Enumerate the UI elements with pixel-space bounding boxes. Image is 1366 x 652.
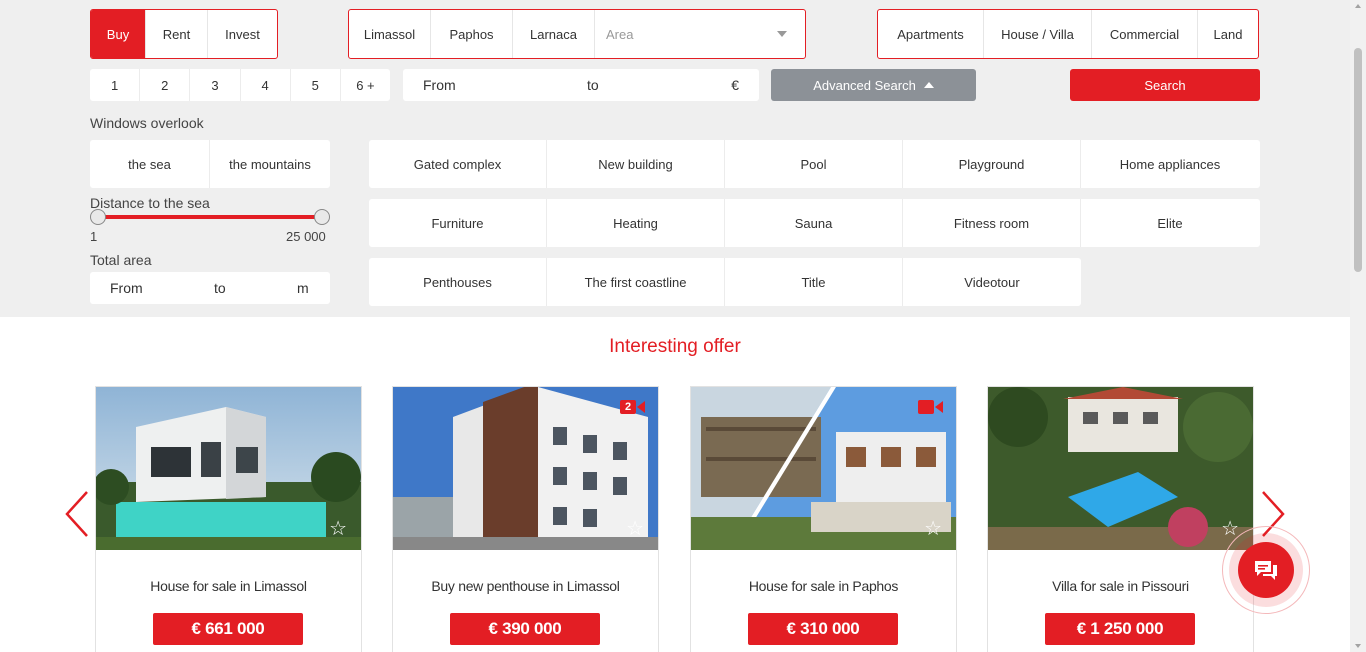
property-type-selector: Apartments House / Villa Commercial Land [877, 9, 1259, 59]
caret-up-icon [923, 82, 934, 88]
windows-overlook-label: Windows overlook [90, 115, 204, 131]
type-commercial-button[interactable]: Commercial [1092, 10, 1198, 58]
view-selector: the sea the mountains [90, 140, 330, 188]
carousel-prev-arrow-icon[interactable] [64, 490, 90, 538]
feature-penthouses[interactable]: Penthouses [369, 258, 547, 306]
city-selector: Limassol Paphos Larnaca Area [348, 9, 806, 59]
interesting-offer-heading: Interesting offer [609, 336, 741, 357]
property-price-button[interactable]: € 390 000 [450, 613, 600, 645]
property-photo[interactable] [393, 387, 658, 550]
distance-slider[interactable] [90, 209, 330, 225]
rooms-3-button[interactable]: 3 [190, 69, 241, 101]
feature-title[interactable]: Title [725, 258, 903, 306]
feature-pool[interactable]: Pool [725, 140, 903, 188]
property-photo[interactable] [988, 387, 1253, 550]
feature-gated-complex[interactable]: Gated complex [369, 140, 547, 188]
feature-sauna[interactable]: Sauna [725, 199, 903, 247]
property-card[interactable]: ☆ House for sale in Paphos € 310 000 [690, 386, 957, 652]
favorite-star-icon[interactable]: ☆ [626, 519, 644, 539]
rooms-1-button[interactable]: 1 [90, 69, 141, 101]
property-price-button[interactable]: € 661 000 [153, 613, 303, 645]
feature-new-building[interactable]: New building [547, 140, 725, 188]
type-apartments-button[interactable]: Apartments [878, 10, 984, 58]
area-unit-label: m [297, 280, 309, 296]
scrollbar-thumb[interactable] [1354, 48, 1362, 272]
feature-heating[interactable]: Heating [547, 199, 725, 247]
distance-max-value: 25 000 [286, 229, 326, 244]
area-dropdown[interactable]: Area [595, 10, 805, 58]
slider-track [97, 215, 322, 219]
chat-bubble-icon [1255, 561, 1277, 580]
feature-first-coastline[interactable]: The first coastline [547, 258, 725, 306]
favorite-star-icon[interactable]: ☆ [924, 519, 942, 539]
video-camera-icon [918, 399, 944, 415]
feature-playground[interactable]: Playground [903, 140, 1081, 188]
price-range-input[interactable]: From to € [403, 69, 759, 101]
search-button[interactable]: Search [1070, 69, 1260, 101]
features-row: Penthouses The first coastline Title Vid… [369, 258, 1081, 306]
price-from-field[interactable]: From [423, 77, 456, 93]
property-card[interactable]: ☆ House for sale in Limassol € 661 000 [95, 386, 362, 652]
view-sea-button[interactable]: the sea [90, 140, 210, 188]
property-price-button[interactable]: € 1 250 000 [1045, 613, 1195, 645]
feature-elite[interactable]: Elite [1081, 199, 1259, 247]
scroll-down-icon[interactable] [1355, 644, 1361, 648]
view-mountains-button[interactable]: the mountains [210, 140, 330, 188]
property-price-button[interactable]: € 310 000 [748, 613, 898, 645]
property-title[interactable]: Villa for sale in Pissouri [988, 578, 1253, 594]
city-larnaca-button[interactable]: Larnaca [513, 10, 595, 58]
property-title[interactable]: Buy new penthouse in Limassol [393, 578, 658, 594]
chevron-down-icon [777, 31, 787, 37]
advanced-search-label: Advanced Search [813, 77, 916, 93]
total-area-label: Total area [90, 252, 152, 268]
deal-buy-button[interactable]: Buy [91, 10, 146, 58]
property-photo[interactable] [96, 387, 361, 550]
page-scrollbar[interactable] [1350, 0, 1366, 652]
property-photo[interactable] [691, 387, 956, 550]
slider-max-handle[interactable] [314, 209, 330, 225]
type-land-button[interactable]: Land [1198, 10, 1258, 58]
advanced-search-button[interactable]: Advanced Search [771, 69, 976, 101]
area-placeholder: Area [606, 26, 634, 42]
property-card[interactable]: 2 ☆ Buy new penthouse in Limassol € 390 … [392, 386, 659, 652]
area-from-field[interactable]: From [110, 280, 143, 296]
rooms-2-button[interactable]: 2 [140, 69, 191, 101]
features-row: Furniture Heating Sauna Fitness room Eli… [369, 199, 1260, 247]
total-area-input[interactable]: From to m [90, 272, 330, 304]
search-panel: Buy Rent Invest Limassol Paphos Larnaca … [0, 0, 1350, 317]
price-to-field[interactable]: to [587, 77, 599, 93]
rooms-selector: 1 2 3 4 5 6 + [90, 69, 390, 101]
scroll-up-icon[interactable] [1355, 4, 1361, 8]
city-limassol-button[interactable]: Limassol [349, 10, 431, 58]
deal-invest-button[interactable]: Invest [208, 10, 277, 58]
property-title[interactable]: House for sale in Limassol [96, 578, 361, 594]
feature-fitness-room[interactable]: Fitness room [903, 199, 1081, 247]
chat-widget-button[interactable] [1222, 526, 1310, 614]
slider-min-handle[interactable] [90, 209, 106, 225]
property-title[interactable]: House for sale in Paphos [691, 578, 956, 594]
currency-label: € [731, 77, 739, 93]
type-house-villa-button[interactable]: House / Villa [984, 10, 1092, 58]
area-to-field[interactable]: to [214, 280, 226, 296]
city-paphos-button[interactable]: Paphos [431, 10, 513, 58]
favorite-star-icon[interactable]: ☆ [329, 519, 347, 539]
feature-furniture[interactable]: Furniture [369, 199, 547, 247]
deal-type-selector: Buy Rent Invest [90, 9, 278, 59]
rooms-4-button[interactable]: 4 [241, 69, 291, 101]
feature-home-appliances[interactable]: Home appliances [1081, 140, 1259, 188]
rooms-5-button[interactable]: 5 [291, 69, 341, 101]
features-row: Gated complex New building Pool Playgrou… [369, 140, 1260, 188]
video-camera-icon: 2 [620, 399, 646, 415]
distance-min-value: 1 [90, 229, 98, 244]
feature-videotour[interactable]: Videotour [903, 258, 1081, 306]
deal-rent-button[interactable]: Rent [146, 10, 208, 58]
property-card[interactable]: ☆ Villa for sale in Pissouri € 1 250 000 [987, 386, 1254, 652]
rooms-6-plus-button[interactable]: 6 + [341, 69, 390, 101]
